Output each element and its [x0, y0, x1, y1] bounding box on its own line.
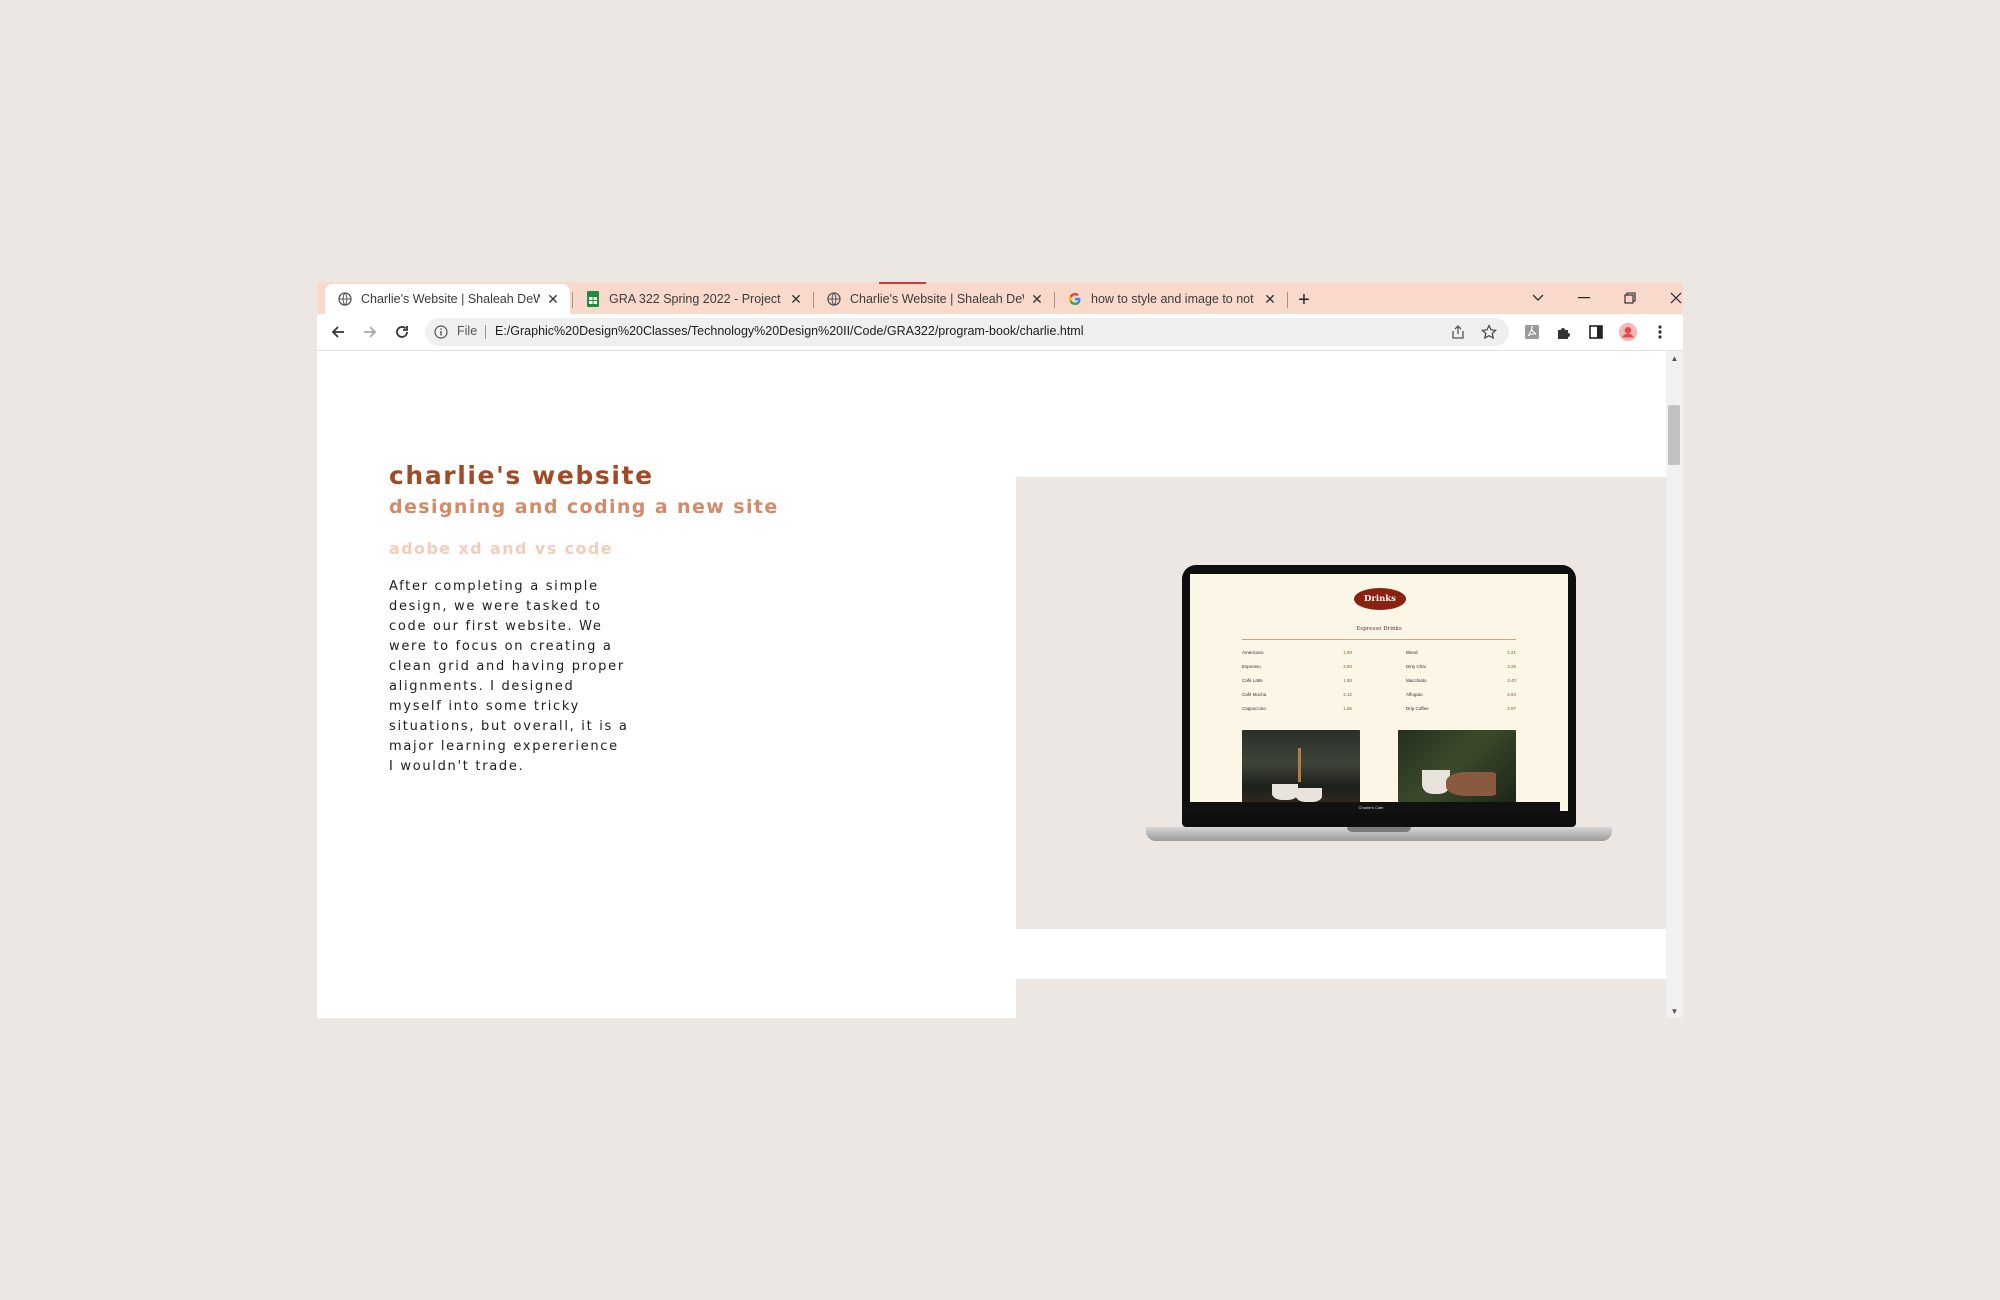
project-tools: adobe xd and vs code [389, 539, 613, 558]
menu-divider [1242, 639, 1516, 640]
menu-item-name: Café Mocha [1242, 692, 1267, 697]
menu-item-name: Americano [1242, 650, 1264, 655]
menu-item-price: 3.25 [1507, 664, 1516, 669]
page-viewport: charlie's website designing and coding a… [317, 351, 1666, 1018]
menu-item-price: 3.40 [1507, 678, 1516, 683]
address-scheme: File [457, 324, 478, 338]
menu-item-price: 2.21 [1507, 650, 1516, 655]
menu-heading: Espresso Drinks [1356, 626, 1402, 632]
menu-item-name: Cappuccino [1242, 706, 1266, 711]
cup-shape [1296, 788, 1322, 802]
laptop-mockup: Drinks Espresso Drinks Americano 1.90 Esp… [1146, 565, 1612, 845]
tab-charlie-website-2[interactable]: Charlie's Website | Shaleah DeWitt ✕ [814, 284, 1054, 314]
hand-shape [1446, 772, 1496, 796]
espresso-machine-photo [1242, 730, 1360, 811]
menu-item: Café Latte 1.90 [1242, 678, 1352, 683]
menu-item-price: 1.90 [1343, 678, 1352, 683]
share-icon[interactable] [1449, 323, 1467, 341]
menu-item: Café Mocha 2.12 [1242, 692, 1352, 697]
menu-item-name: Café Latte [1242, 678, 1263, 683]
menu-item-price: 1.90 [1343, 650, 1352, 655]
extensions-puzzle-icon[interactable] [1555, 323, 1573, 341]
project-title: charlie's website [389, 461, 654, 490]
menu-item-name: Macchiato [1406, 678, 1427, 683]
tab-title: Charlie's Website | Shaleah DeWitt [850, 292, 1024, 306]
pdf-extension-icon[interactable] [1523, 323, 1541, 341]
side-panel-icon[interactable] [1587, 323, 1605, 341]
menu-item: Americano 1.90 [1242, 650, 1352, 655]
next-project-panel [1016, 979, 1666, 1018]
cup-shape [1272, 784, 1298, 800]
globe-icon [826, 291, 842, 307]
back-button[interactable] [325, 319, 351, 345]
restore-button[interactable] [1615, 286, 1645, 310]
espresso-stream [1298, 748, 1301, 782]
menu-item: Dirty Chai 3.25 [1406, 664, 1516, 669]
vertical-scrollbar[interactable]: ▲ ▼ [1666, 351, 1683, 1018]
address-url[interactable]: E:/Graphic%20Design%20Classes/Technology… [495, 324, 1084, 338]
menu-item-price: 1.65 [1343, 706, 1352, 711]
google-icon [1067, 291, 1083, 307]
browser-window: Charlie's Website | Shaleah DeWitt ✕ GRA… [317, 282, 1683, 1018]
minimize-button[interactable] [1569, 286, 1599, 310]
laptop-mockup-panel: Drinks Espresso Drinks Americano 1.90 Esp… [1016, 477, 1666, 929]
close-window-button[interactable] [1661, 286, 1691, 310]
browser-menu-icon[interactable] [1651, 323, 1669, 341]
menu-item: Blend 2.21 [1406, 650, 1516, 655]
menu-item-price: 2.87 [1507, 706, 1516, 711]
tab-title: Charlie's Website | Shaleah DeWitt [361, 292, 540, 306]
menu-item-name: Affogato [1406, 692, 1423, 697]
menu-item-name: Espresso [1242, 664, 1261, 669]
tab-divider [1287, 292, 1288, 308]
tab-strip: Charlie's Website | Shaleah DeWitt ✕ GRA… [317, 282, 1683, 314]
reload-button[interactable] [389, 319, 415, 345]
tab-project-schedule[interactable]: GRA 322 Spring 2022 - Project Schedule ✕ [573, 284, 813, 314]
scrollbar-thumb[interactable] [1668, 405, 1680, 465]
menu-item-price: 2.93 [1507, 692, 1516, 697]
project-description: After completing a simple design, we wer… [389, 579, 629, 774]
tab-google-search[interactable]: how to style and image to not change ✕ [1055, 284, 1287, 314]
laptop-notch [1347, 827, 1411, 832]
address-divider [485, 325, 486, 339]
tab-title: how to style and image to not change [1091, 292, 1257, 306]
mockup-footer: Charlie's Cafe [1182, 802, 1560, 814]
close-tab-icon[interactable]: ✕ [544, 290, 562, 308]
globe-icon [337, 291, 353, 307]
sheets-icon [585, 291, 601, 307]
close-tab-icon[interactable]: ✕ [787, 290, 805, 308]
forward-button[interactable] [357, 319, 383, 345]
close-tab-icon[interactable]: ✕ [1028, 290, 1046, 308]
info-icon[interactable] [433, 324, 449, 340]
scroll-up-arrow-icon[interactable]: ▲ [1666, 351, 1683, 365]
menu-item: Affogato 2.93 [1406, 692, 1516, 697]
tab-title: GRA 322 Spring 2022 - Project Schedule [609, 292, 783, 306]
address-bar[interactable]: File E:/Graphic%20Design%20Classes/Techn… [425, 318, 1509, 346]
bookmark-star-icon[interactable] [1480, 323, 1498, 341]
laptop-screen-bezel: Drinks Espresso Drinks Americano 1.90 Esp… [1182, 565, 1576, 827]
menu-item: Drip Coffee 2.87 [1406, 706, 1516, 711]
menu-item: Espresso 2.50 [1242, 664, 1352, 669]
scroll-down-arrow-icon[interactable]: ▼ [1666, 1004, 1683, 1018]
menu-item-price: 2.50 [1343, 664, 1352, 669]
menu-item-name: Dirty Chai [1406, 664, 1426, 669]
coffee-cup-photo [1398, 730, 1516, 811]
menu-item-name: Blend [1406, 650, 1418, 655]
close-tab-icon[interactable]: ✕ [1261, 290, 1279, 308]
menu-item: Cappuccino 1.65 [1242, 706, 1352, 711]
new-tab-button[interactable]: + [1293, 289, 1315, 311]
browser-toolbar: File E:/Graphic%20Design%20Classes/Techn… [317, 314, 1683, 351]
menu-item-name: Drip Coffee [1406, 706, 1429, 711]
drinks-badge: Drinks [1354, 588, 1406, 610]
mockup-screen: Drinks Espresso Drinks Americano 1.90 Esp… [1190, 574, 1568, 811]
project-subtitle: designing and coding a new site [389, 496, 779, 518]
menu-item: Macchiato 3.40 [1406, 678, 1516, 683]
profile-avatar-icon[interactable] [1619, 323, 1637, 341]
tab-search-chevron-icon[interactable] [1523, 286, 1553, 310]
tab-charlie-website-1[interactable]: Charlie's Website | Shaleah DeWitt ✕ [325, 284, 570, 314]
menu-item-price: 2.12 [1343, 692, 1352, 697]
